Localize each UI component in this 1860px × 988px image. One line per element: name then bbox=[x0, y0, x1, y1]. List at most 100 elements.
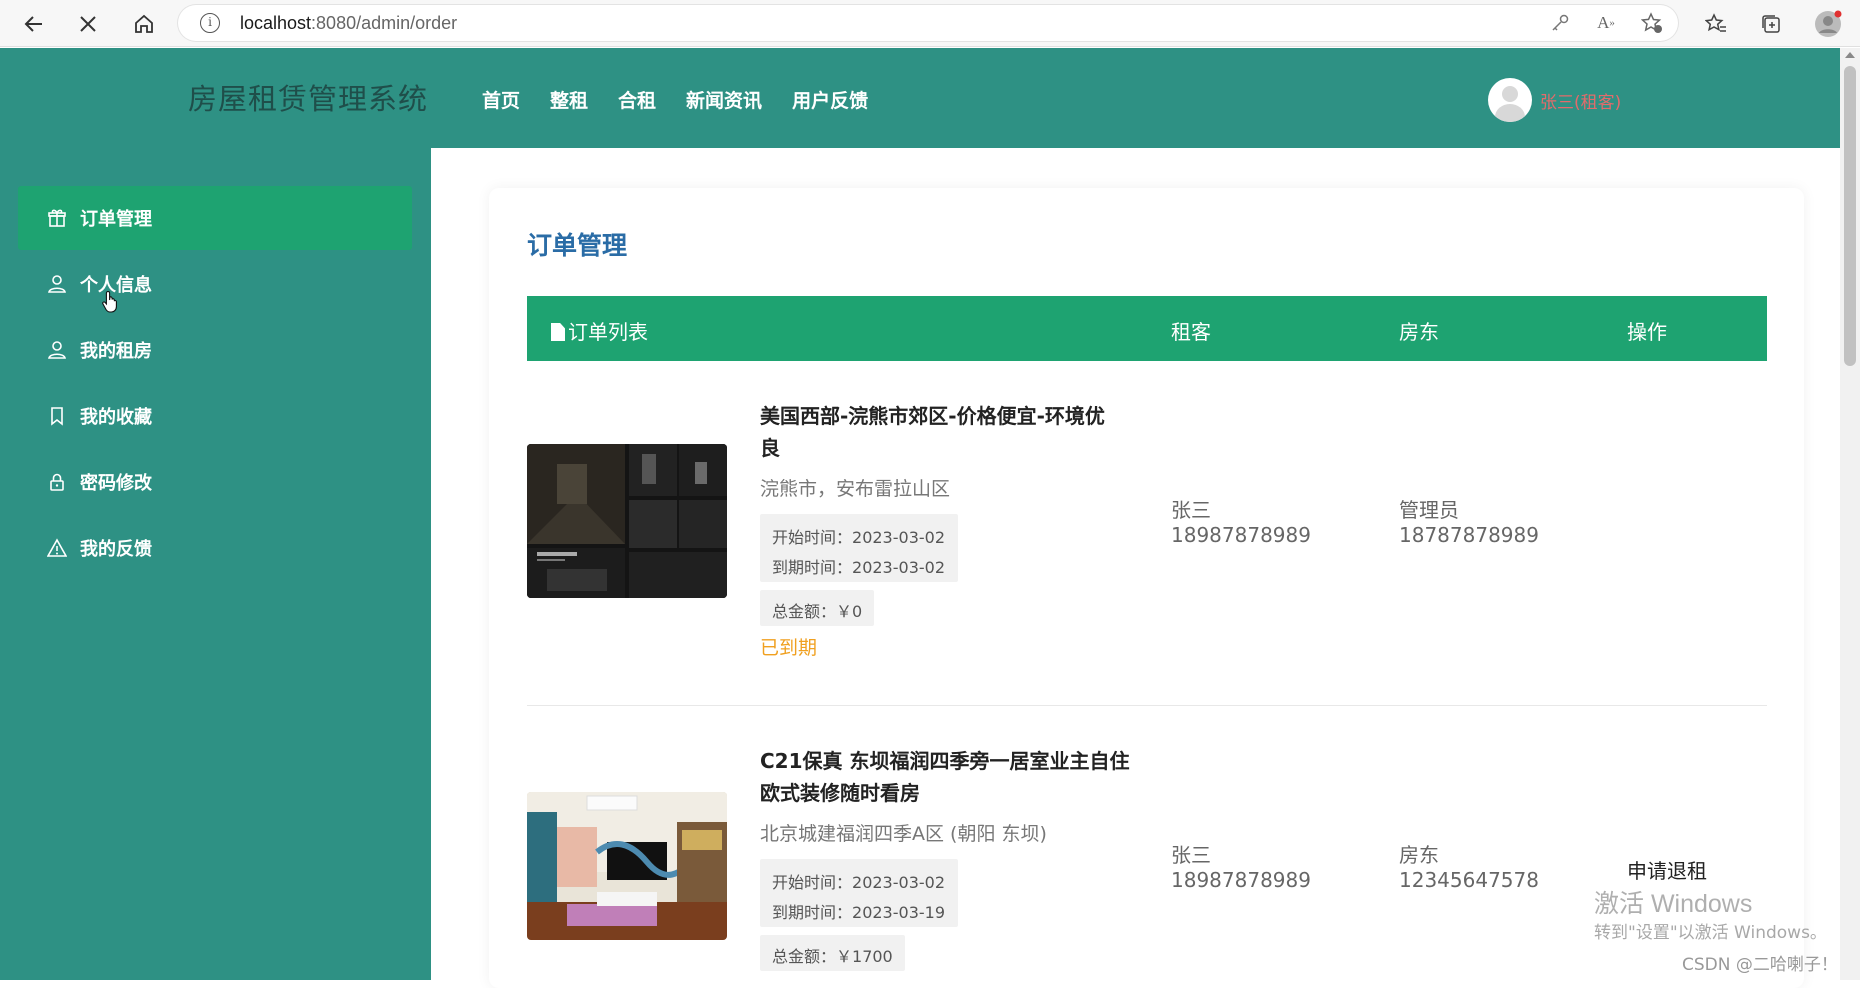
user-icon bbox=[46, 339, 68, 361]
sidebar-item-label: 我的收藏 bbox=[80, 407, 152, 428]
scroll-up-icon[interactable] bbox=[1845, 52, 1855, 58]
activate-windows-title: 激活 Windows bbox=[1594, 890, 1753, 918]
page-scrollbar[interactable] bbox=[1840, 48, 1860, 980]
close-icon[interactable] bbox=[72, 8, 104, 40]
user-icon bbox=[46, 273, 68, 295]
sidebar-item-my-rentals[interactable]: 我的租房 bbox=[18, 318, 412, 382]
gift-icon bbox=[46, 207, 68, 229]
tenant-phone: 18987878989 bbox=[1171, 523, 1311, 547]
nav-news[interactable]: 新闻资讯 bbox=[686, 86, 762, 113]
sidebar: 订单管理 个人信息 我的租房 我的收藏 密码修改 我的反馈 bbox=[0, 148, 431, 980]
brand-title[interactable]: 房屋租赁管理系统 bbox=[188, 76, 428, 118]
order-address: 浣熊市，安布雷拉山区 bbox=[760, 478, 951, 500]
avatar[interactable] bbox=[1488, 78, 1532, 122]
sidebar-item-my-feedback[interactable]: 我的反馈 bbox=[18, 516, 412, 580]
url-text[interactable]: localhost:8080/admin/order bbox=[240, 13, 457, 34]
back-icon[interactable] bbox=[18, 8, 50, 40]
start-label: 开始时间： bbox=[772, 528, 853, 547]
nav-whole-rent[interactable]: 整租 bbox=[550, 86, 588, 113]
end-label: 到期时间： bbox=[772, 903, 853, 922]
nav-home[interactable]: 首页 bbox=[482, 86, 520, 113]
top-nav: 首页 整租 合租 新闻资讯 用户反馈 bbox=[482, 86, 898, 113]
order-title[interactable]: 美国西部-浣熊市郊区-价格便宜-环境优 良 bbox=[760, 400, 1130, 464]
sidebar-item-label: 密码修改 bbox=[80, 473, 152, 494]
profile-icon[interactable] bbox=[1812, 8, 1844, 40]
user-menu[interactable]: 张三(租客) bbox=[1488, 78, 1621, 122]
nav-shared-rent[interactable]: 合租 bbox=[618, 86, 656, 113]
house-thumbnail[interactable] bbox=[527, 444, 727, 598]
landlord-name: 房东 bbox=[1399, 843, 1439, 867]
collections-icon[interactable] bbox=[1755, 8, 1787, 40]
start-date: 2023-03-02 bbox=[852, 528, 945, 547]
sidebar-item-orders[interactable]: 订单管理 bbox=[18, 186, 412, 250]
csdn-watermark: CSDN @二哈喇子！ bbox=[1682, 955, 1838, 975]
sidebar-item-favorites[interactable]: 我的收藏 bbox=[18, 384, 412, 448]
start-label: 开始时间： bbox=[772, 873, 853, 892]
nav-feedback[interactable]: 用户反馈 bbox=[792, 86, 868, 113]
date-range: 开始时间：2023-03-02 到期时间：2023-03-19 bbox=[760, 859, 958, 927]
url-path: :8080/admin/order bbox=[311, 13, 458, 33]
app-header: 房屋租赁管理系统 首页 整租 合租 新闻资讯 用户反馈 张三(租客) bbox=[0, 48, 1840, 148]
landlord-phone: 18787878989 bbox=[1399, 523, 1539, 547]
sidebar-item-profile[interactable]: 个人信息 bbox=[18, 252, 412, 316]
user-name[interactable]: 张三(租客) bbox=[1540, 88, 1621, 113]
hand-cursor-icon bbox=[102, 290, 117, 313]
document-icon bbox=[551, 323, 565, 341]
browser-toolbar: i localhost:8080/admin/order A» bbox=[0, 0, 1860, 47]
favorite-add-icon[interactable] bbox=[1640, 11, 1664, 35]
tenant-name: 张三 bbox=[1171, 498, 1211, 522]
tenant-info: 张三 18987878989 bbox=[1171, 843, 1311, 893]
status-badge: 已到期 bbox=[760, 637, 818, 659]
page-title: 订单管理 bbox=[527, 231, 628, 260]
address-bar[interactable]: i localhost:8080/admin/order A» bbox=[178, 5, 1678, 41]
table-header: 订单列表 租客 房东 操作 bbox=[527, 296, 1767, 361]
order-title[interactable]: C21保真 东坝福润四季旁一居室业主自住 欧式装修随时看房 bbox=[760, 745, 1130, 809]
date-range: 开始时间：2023-03-02 到期时间：2023-03-02 bbox=[760, 514, 958, 582]
row-divider bbox=[527, 705, 1767, 706]
order-amount: 总金额：￥1700 bbox=[760, 935, 905, 971]
tenant-phone: 18987878989 bbox=[1171, 868, 1311, 892]
main-content: 订单管理 订单列表 租客 房东 操作 美国西部-浣熊市郊区-价格便宜-环境优 良… bbox=[431, 148, 1840, 988]
house-thumbnail[interactable] bbox=[527, 792, 727, 940]
amount-label: 总金额： bbox=[772, 602, 837, 621]
warning-icon bbox=[46, 537, 68, 559]
order-title-line: 美国西部-浣熊市郊区-价格便宜-环境优 bbox=[760, 404, 1105, 428]
sidebar-item-password[interactable]: 密码修改 bbox=[18, 450, 412, 514]
order-address: 北京城建福润四季A区 (朝阳 东坝) bbox=[760, 823, 1047, 845]
end-label: 到期时间： bbox=[772, 558, 853, 577]
landlord-phone: 12345647578 bbox=[1399, 868, 1539, 892]
sidebar-item-label: 订单管理 bbox=[80, 209, 152, 230]
favorites-icon[interactable] bbox=[1700, 8, 1732, 40]
tenant-name: 张三 bbox=[1171, 843, 1211, 867]
column-order-list: 订单列表 bbox=[551, 316, 648, 345]
sidebar-item-label: 我的反馈 bbox=[80, 539, 152, 560]
end-date: 2023-03-19 bbox=[852, 903, 945, 922]
landlord-info: 房东 12345647578 bbox=[1399, 843, 1539, 893]
amount-label: 总金额： bbox=[772, 947, 837, 966]
request-checkout-button[interactable]: 申请退租 bbox=[1627, 855, 1707, 884]
landlord-info: 管理员 18787878989 bbox=[1399, 498, 1539, 548]
read-aloud-icon[interactable]: A» bbox=[1594, 11, 1618, 35]
order-title-line: C21保真 东坝福润四季旁一居室业主自住 bbox=[760, 749, 1130, 773]
info-icon[interactable]: i bbox=[200, 13, 220, 33]
column-tenant: 租客 bbox=[1171, 320, 1211, 344]
sidebar-item-label: 我的租房 bbox=[80, 341, 152, 362]
column-label: 订单列表 bbox=[568, 320, 648, 344]
column-action: 操作 bbox=[1627, 320, 1667, 344]
lock-icon bbox=[46, 471, 68, 493]
amount-value: ￥1700 bbox=[836, 947, 893, 966]
end-date: 2023-03-02 bbox=[852, 558, 945, 577]
key-icon[interactable] bbox=[1548, 11, 1572, 35]
order-title-line: 良 bbox=[760, 436, 780, 460]
order-amount: 总金额：￥0 bbox=[760, 590, 875, 626]
start-date: 2023-03-02 bbox=[852, 873, 945, 892]
amount-value: ￥0 bbox=[836, 602, 863, 621]
order-title-line: 欧式装修随时看房 bbox=[760, 781, 920, 805]
order-card: 订单管理 订单列表 租客 房东 操作 美国西部-浣熊市郊区-价格便宜-环境优 良… bbox=[489, 188, 1804, 988]
scroll-thumb[interactable] bbox=[1844, 66, 1856, 366]
landlord-name: 管理员 bbox=[1399, 498, 1459, 522]
url-host: localhost bbox=[240, 13, 312, 33]
bookmark-icon bbox=[46, 405, 68, 427]
home-icon[interactable] bbox=[128, 8, 160, 40]
activate-windows-hint: 转到"设置"以激活 Windows。 bbox=[1594, 923, 1827, 943]
